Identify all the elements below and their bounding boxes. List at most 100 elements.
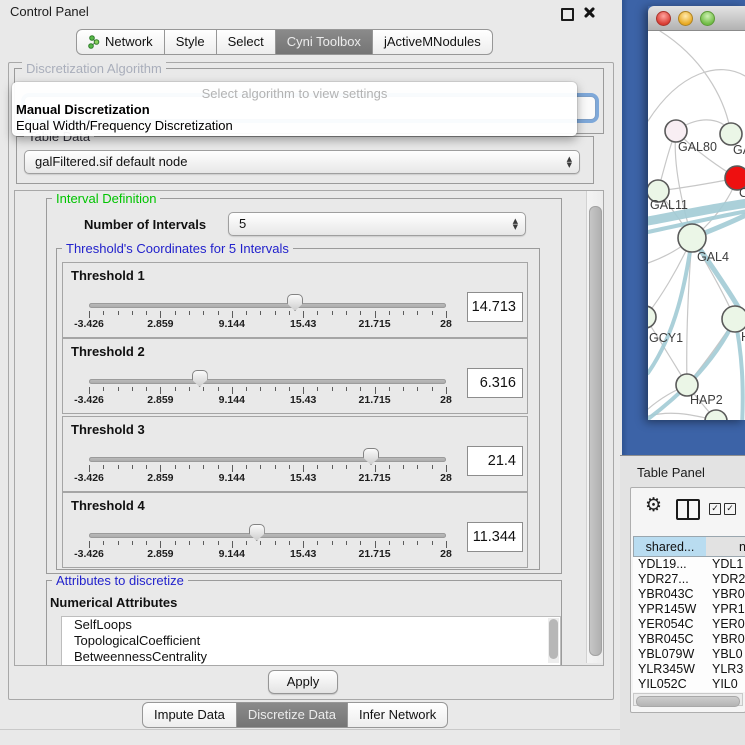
columns-icon[interactable]	[676, 499, 700, 520]
slider-tick	[417, 541, 418, 545]
table-data-select[interactable]: galFiltered.sif default node ▲▼	[24, 150, 580, 174]
slider-tick	[246, 311, 247, 315]
slider-tick	[260, 311, 261, 315]
tick-label: 9.144	[219, 548, 245, 560]
tab-impute-data[interactable]: Impute Data	[142, 702, 237, 728]
algorithm-popup: Select algorithm to view settingsManual …	[12, 82, 577, 136]
table-hscrollbar[interactable]	[633, 693, 743, 706]
table-row[interactable]: YPR145WYPR1	[633, 602, 745, 617]
threshold-panel-2: Threshold 2-3.4262.8599.14415.4321.71528…	[62, 338, 528, 414]
cell-name: YBR0	[712, 632, 745, 647]
slider-tick	[103, 311, 104, 315]
table-row[interactable]: YIL052CYIL0	[633, 677, 745, 692]
network-window-titlebar[interactable]	[648, 6, 745, 31]
scrollbar-thumb[interactable]	[589, 206, 602, 656]
threshold-value-box[interactable]: 6.316	[467, 368, 523, 398]
tab-style[interactable]: Style	[165, 29, 217, 55]
float-panel-icon[interactable]	[561, 8, 574, 21]
table-row[interactable]: YBR043CYBR0	[633, 587, 745, 602]
table-row[interactable]: YBR045CYBR0	[633, 632, 745, 647]
close-icon[interactable]	[582, 6, 595, 19]
apply-button[interactable]: Apply	[268, 670, 338, 694]
network-node[interactable]	[722, 306, 745, 332]
table-row[interactable]: YDR27...YDR2	[633, 572, 745, 587]
tab-label: Select	[228, 30, 264, 54]
slider-track[interactable]	[89, 303, 446, 308]
slider-thumb[interactable]	[363, 448, 379, 465]
cell-name: YBR0	[712, 587, 745, 602]
network-node[interactable]	[678, 224, 706, 252]
list-item-selfloops[interactable]: SelfLoops	[62, 617, 560, 633]
network-edge[interactable]	[648, 70, 745, 121]
table-panel-body: ⚙ ✓ ✓ shared... na YDL19...YDL1YDR27...Y…	[630, 487, 745, 713]
network-canvas[interactable]: GAL80GAGAL11CGAL4GCY1HHAP2	[648, 31, 745, 420]
screen: { "panel": { "title": "Control Panel" },…	[0, 0, 745, 745]
tick-label: 9.144	[219, 472, 245, 484]
cell-name: YLR3	[712, 662, 743, 677]
slider-thumb[interactable]	[192, 370, 208, 387]
num-intervals-value: 5	[239, 213, 246, 235]
slider-tick	[403, 465, 404, 469]
column-header-shared-name[interactable]: shared...	[633, 536, 707, 557]
gear-icon[interactable]: ⚙	[645, 496, 662, 515]
network-graph: GAL80GAGAL11CGAL4GCY1HHAP2	[648, 31, 745, 420]
column-header-name[interactable]: na	[706, 536, 745, 557]
network-node[interactable]	[648, 306, 656, 328]
divider	[0, 729, 620, 730]
slider-tick	[203, 387, 204, 391]
slider-tick	[132, 311, 133, 315]
slider-tick	[89, 387, 90, 394]
table-row[interactable]: YER054CYER0	[633, 617, 745, 632]
list-item-betweennesscentrality[interactable]: BetweennessCentrality	[62, 649, 560, 665]
tab-discretize-data[interactable]: Discretize Data	[237, 702, 348, 728]
slider-thumb[interactable]	[287, 294, 303, 311]
slider-tick	[346, 311, 347, 315]
slider-tick	[389, 465, 390, 469]
table-row[interactable]: YBL079WYBL0	[633, 647, 745, 662]
network-node[interactable]	[720, 123, 742, 145]
threshold-value-box[interactable]: 21.4	[467, 446, 523, 476]
slider-track[interactable]	[89, 533, 446, 538]
threshold-value-box[interactable]: 11.344	[467, 522, 523, 552]
cell-name: YBL0	[712, 647, 743, 662]
tab-cyni-toolbox[interactable]: Cyni Toolbox	[276, 29, 373, 55]
tab-infer-network[interactable]: Infer Network	[348, 702, 448, 728]
slider-track[interactable]	[89, 379, 446, 384]
tick-label: 21.715	[359, 394, 391, 406]
slider-track[interactable]	[89, 457, 446, 462]
network-edge[interactable]	[660, 31, 731, 134]
slider-tick	[332, 541, 333, 545]
list-scrollbar[interactable]	[548, 618, 559, 663]
tab-select[interactable]: Select	[217, 29, 276, 55]
threshold-value-box[interactable]: 14.713	[467, 292, 523, 322]
tick-label: 28	[440, 472, 452, 484]
window-close-light-icon[interactable]	[656, 11, 671, 26]
slider-tick	[403, 311, 404, 315]
tick-label: 2.859	[147, 472, 173, 484]
list-item-topologicalcoefficient[interactable]: TopologicalCoefficient	[62, 633, 560, 649]
tick-label: 2.859	[147, 394, 173, 406]
slider-tick	[346, 541, 347, 545]
popup-option-equal-width-frequency-discretization[interactable]: Equal Width/Frequency Discretization	[16, 118, 233, 133]
checkbox-icon[interactable]: ✓	[709, 503, 721, 515]
slider-thumb[interactable]	[249, 524, 265, 541]
scrollbar-thumb[interactable]	[636, 696, 740, 707]
tab-jactivemnodules[interactable]: jActiveMNodules	[373, 29, 493, 55]
tab-network[interactable]: Network	[76, 29, 165, 55]
slider-tick	[260, 541, 261, 545]
window-minimize-light-icon[interactable]	[678, 11, 693, 26]
table-row[interactable]: YLR345WYLR3	[633, 662, 745, 677]
table-row[interactable]: YDL19...YDL1	[633, 557, 745, 572]
checkbox-icon[interactable]: ✓	[724, 503, 736, 515]
window-zoom-light-icon[interactable]	[700, 11, 715, 26]
popup-option-manual-discretization[interactable]: Manual Discretization	[16, 102, 150, 117]
slider-tick	[218, 311, 219, 315]
panel-scrollbar[interactable]	[586, 191, 603, 663]
num-intervals-label: Number of Intervals	[84, 217, 206, 232]
num-intervals-select[interactable]: 5 ▲▼	[228, 212, 526, 236]
slider-tick	[160, 465, 161, 472]
tick-label: -3.426	[74, 394, 104, 406]
tick-label: 21.715	[359, 318, 391, 330]
network-node[interactable]	[665, 120, 687, 142]
node-label-gal4: GAL4	[697, 250, 729, 264]
